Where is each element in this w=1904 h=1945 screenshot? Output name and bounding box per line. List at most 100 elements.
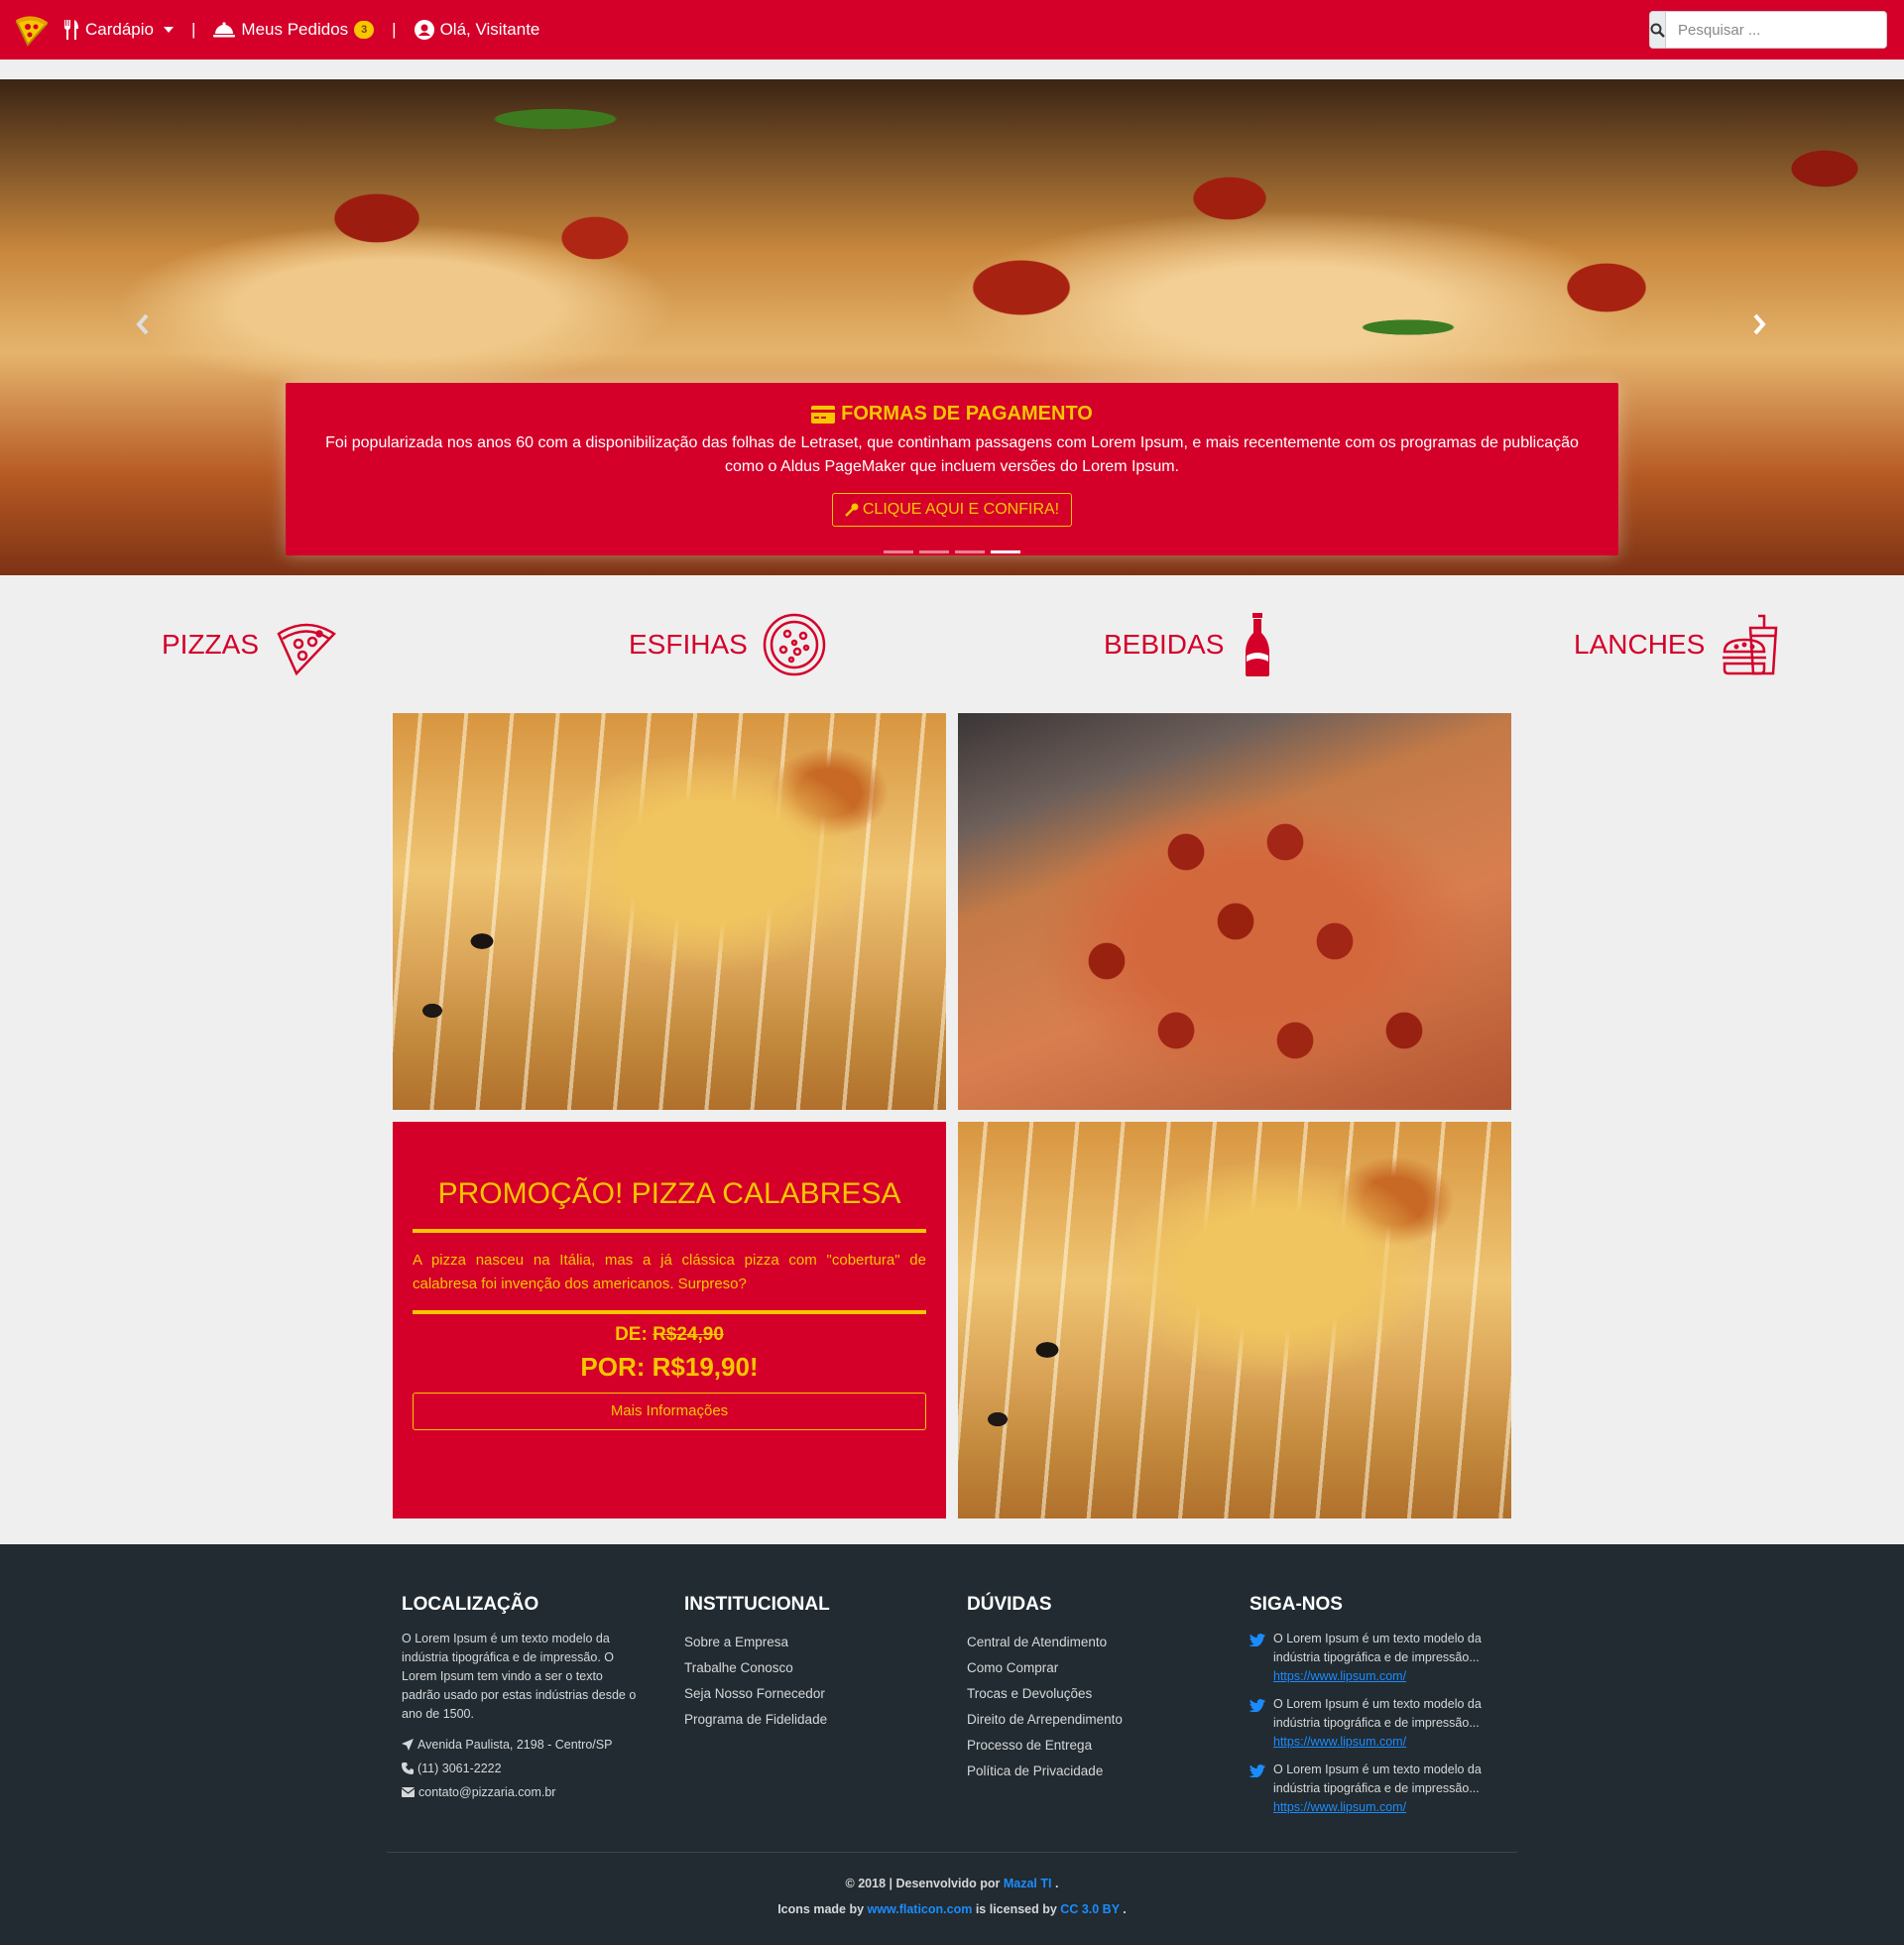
carousel-next-icon[interactable] xyxy=(1749,309,1769,339)
footer-location: LOCALIZAÇÃO O Lorem Ipsum é um texto mod… xyxy=(402,1594,640,1799)
category-lanches[interactable]: LANCHES xyxy=(1574,612,1784,677)
hero-caption: FORMAS DE PAGAMENTO Foi popularizada nos… xyxy=(286,383,1618,555)
promo-old-price: DE: R$24,90 xyxy=(413,1324,926,1346)
footer-link[interactable]: Como Comprar xyxy=(967,1655,1205,1681)
search-input[interactable] xyxy=(1666,12,1886,48)
category-label: ESFIHAS xyxy=(629,629,748,660)
twitter-icon xyxy=(1250,1699,1265,1712)
hero-title: FORMAS DE PAGAMENTO xyxy=(286,403,1618,425)
nav-my-orders[interactable]: Meus Pedidos 3 xyxy=(213,20,375,40)
license-link[interactable]: CC 3.0 BY xyxy=(1060,1902,1120,1916)
hero-cta-button[interactable]: CLIQUE AQUI E CONFIRA! xyxy=(831,493,1073,527)
user-circle-icon xyxy=(414,20,434,40)
promo-description: A pizza nasceu na Itália, mas a já cláss… xyxy=(413,1252,926,1292)
search-button[interactable] xyxy=(1650,12,1666,48)
footer-link[interactable]: Seja Nosso Fornecedor xyxy=(684,1681,922,1707)
footer-email: contato@pizzaria.com.br xyxy=(402,1785,640,1799)
orders-count-badge: 3 xyxy=(354,21,375,39)
footer-divider xyxy=(387,1852,1517,1853)
footer-address-text: Avenida Paulista, 2198 - Centro/SP xyxy=(417,1738,613,1752)
carousel-indicators xyxy=(0,550,1904,553)
category-esfihas[interactable]: ESFIHAS xyxy=(629,612,827,677)
nav-separator: | xyxy=(392,20,397,39)
nav-user[interactable]: Olá, Visitante xyxy=(414,20,539,40)
icons-credit-prefix: Icons made by xyxy=(777,1902,865,1916)
carousel-indicator[interactable] xyxy=(884,550,913,553)
icons-credit-suffix: . xyxy=(1123,1902,1127,1916)
tweet-item: O Lorem Ipsum é um texto modelo da indús… xyxy=(1250,1695,1502,1751)
twitter-icon xyxy=(1250,1764,1265,1777)
cloche-icon xyxy=(213,22,236,38)
category-label: PIZZAS xyxy=(162,629,260,660)
pizza-cheese-photo[interactable] xyxy=(958,1122,1511,1519)
search-box xyxy=(1649,11,1887,49)
footer-link[interactable]: Direito de Arrependimento xyxy=(967,1707,1205,1733)
category-label: LANCHES xyxy=(1574,629,1706,660)
twitter-icon xyxy=(1250,1634,1265,1646)
promo-title: PROMOÇÃO! PIZZA CALABRESA xyxy=(437,1177,901,1210)
tweet-text: O Lorem Ipsum é um texto modelo da indús… xyxy=(1273,1763,1482,1795)
carousel-indicator[interactable] xyxy=(955,550,985,553)
footer-link[interactable]: Sobre a Empresa xyxy=(684,1630,922,1655)
carousel-indicator-active[interactable] xyxy=(991,550,1020,553)
footer-heading: SIGA-NOS xyxy=(1250,1594,1343,1615)
hero-carousel: FORMAS DE PAGAMENTO Foi popularizada nos… xyxy=(0,79,1904,575)
footer-institutional: INSTITUCIONAL Sobre a Empresa Trabalhe C… xyxy=(684,1594,922,1733)
promo-new-price: POR: R$19,90! xyxy=(580,1352,759,1382)
nav-menu-label: Cardápio xyxy=(85,20,154,39)
footer-faq: DÚVIDAS Central de Atendimento Como Comp… xyxy=(967,1594,1205,1784)
key-icon xyxy=(845,503,859,517)
footer-location-text: O Lorem Ipsum é um texto modelo da indús… xyxy=(402,1632,637,1721)
footer-link[interactable]: Processo de Entrega xyxy=(967,1733,1205,1759)
hero-title-text: FORMAS DE PAGAMENTO xyxy=(841,403,1093,425)
navbar: Cardápio | Meus Pedidos 3 | Olá, Visitan… xyxy=(0,0,1904,60)
flaticon-link[interactable]: www.flaticon.com xyxy=(868,1902,973,1916)
footer-link[interactable]: Trocas e Devoluções xyxy=(967,1681,1205,1707)
search-icon xyxy=(1650,23,1665,38)
location-arrow-icon xyxy=(402,1739,414,1751)
pizza-cheese-photo[interactable] xyxy=(393,713,946,1110)
category-pizzas[interactable]: PIZZAS xyxy=(162,612,338,677)
icons-credit-middle: is licensed by xyxy=(975,1902,1057,1916)
footer-heading: INSTITUCIONAL xyxy=(684,1594,830,1615)
tweet-link[interactable]: https://www.lipsum.com/ xyxy=(1273,1669,1406,1683)
carousel-prev-icon[interactable] xyxy=(133,309,153,339)
category-bebidas[interactable]: BEBIDAS xyxy=(1104,612,1277,677)
category-label: BEBIDAS xyxy=(1104,629,1225,660)
footer-phone-text: (11) 3061-2222 xyxy=(417,1762,502,1775)
pizza-logo-icon[interactable] xyxy=(14,12,50,48)
envelope-icon xyxy=(402,1787,415,1797)
pizza-pepperoni-photo[interactable] xyxy=(958,713,1511,1110)
pizza-slice-icon xyxy=(277,623,336,676)
footer-social: SIGA-NOS O Lorem Ipsum é um texto modelo… xyxy=(1250,1594,1502,1826)
footer-email-text: contato@pizzaria.com.br xyxy=(418,1785,556,1799)
chevron-down-icon xyxy=(164,27,174,33)
promo-more-info-button[interactable]: Mais Informações xyxy=(413,1393,926,1430)
carousel-indicator[interactable] xyxy=(919,550,949,553)
promo-divider xyxy=(413,1310,926,1314)
copyright-prefix: © 2018 | Desenvolvido por xyxy=(845,1877,1001,1890)
tweet-link[interactable]: https://www.lipsum.com/ xyxy=(1273,1800,1406,1814)
promo-old-price-value: R$24,90 xyxy=(653,1324,724,1345)
tweet-link[interactable]: https://www.lipsum.com/ xyxy=(1273,1735,1406,1749)
nav-separator: | xyxy=(191,20,196,39)
soda-bottle-icon xyxy=(1246,613,1270,676)
hero-cta-label: CLIQUE AQUI E CONFIRA! xyxy=(862,501,1060,518)
nav-my-orders-label: Meus Pedidos xyxy=(241,20,349,39)
tweet-text: O Lorem Ipsum é um texto modelo da indús… xyxy=(1273,1632,1482,1664)
promo-divider xyxy=(413,1229,926,1233)
footer-link[interactable]: Programa de Fidelidade xyxy=(684,1707,922,1733)
developer-link[interactable]: Mazal TI xyxy=(1004,1877,1052,1890)
footer: LOCALIZAÇÃO O Lorem Ipsum é um texto mod… xyxy=(0,1544,1904,1945)
credit-card-icon xyxy=(811,405,836,424)
hero-description: Foi popularizada nos anos 60 com a dispo… xyxy=(325,434,1579,475)
footer-link[interactable]: Política de Privacidade xyxy=(967,1759,1205,1784)
footer-link[interactable]: Central de Atendimento xyxy=(967,1630,1205,1655)
footer-link[interactable]: Trabalhe Conosco xyxy=(684,1655,922,1681)
tweet-item: O Lorem Ipsum é um texto modelo da indús… xyxy=(1250,1761,1502,1816)
nav-menu-dropdown[interactable]: Cardápio xyxy=(63,20,174,40)
fast-food-icon xyxy=(1723,614,1778,675)
phone-icon xyxy=(402,1763,414,1774)
utensils-icon xyxy=(63,20,78,40)
footer-copyright: © 2018 | Desenvolvido por Mazal TI . xyxy=(0,1877,1904,1890)
